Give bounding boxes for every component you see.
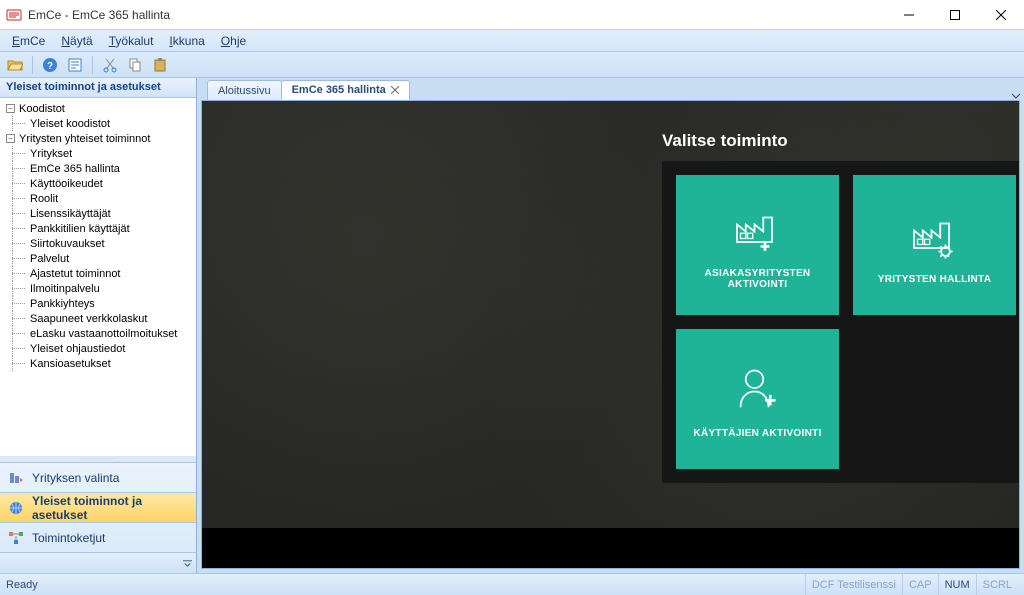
tab-close-icon[interactable] (391, 86, 399, 94)
toolbar-help-icon[interactable]: ? (39, 54, 61, 76)
sidebar-tree: −Koodistot Yleiset koodistot −Yritysten … (0, 98, 196, 456)
toolbar-open-icon[interactable] (4, 54, 26, 76)
tree-yritykset[interactable]: Yritykset (2, 146, 194, 161)
tree-ilmoitinpalvelu[interactable]: Ilmoitinpalvelu (2, 281, 194, 296)
chevron-down-icon (183, 559, 192, 568)
sidebar-nav: Yrityksen valinta Yleiset toiminnot ja a… (0, 462, 196, 573)
nav-toimintoketjut[interactable]: Toimintoketjut (0, 523, 196, 553)
tree-palvelut[interactable]: Palvelut (2, 251, 194, 266)
toolbar-cut-icon[interactable] (99, 54, 121, 76)
main-canvas: Valitse toiminto ASIAKASYRITYSTEN AKTIVO… (201, 100, 1020, 569)
tree-kansioasetukset[interactable]: Kansioasetukset (2, 356, 194, 371)
tree-yleiset-koodistot[interactable]: Yleiset koodistot (2, 116, 194, 131)
tree-yleiset-ohjaus[interactable]: Yleiset ohjaustiedot (2, 341, 194, 356)
menu-ikkuna[interactable]: Ikkuna (161, 32, 212, 50)
canvas-bottom-bar (202, 528, 1019, 568)
app-icon (6, 7, 22, 23)
tree-pankkitilien[interactable]: Pankkitilien käyttäjät (2, 221, 194, 236)
menu-ohje[interactable]: Ohje (213, 32, 254, 50)
toolbar-paste-icon[interactable] (149, 54, 171, 76)
tree-emce365[interactable]: EmCe 365 hallinta (2, 161, 194, 176)
tree-lisenssikayttajat[interactable]: Lisenssikäyttäjät (2, 206, 194, 221)
menu-nayta[interactable]: Näytä (53, 32, 100, 50)
tree-siirtokuvaukset[interactable]: Siirtokuvaukset (2, 236, 194, 251)
tree-koodistot[interactable]: −Koodistot (2, 101, 194, 116)
toolbar-copy-icon[interactable] (124, 54, 146, 76)
toolbar-separator (92, 56, 93, 74)
collapse-icon[interactable]: − (6, 134, 15, 143)
status-cap: CAP (902, 574, 938, 595)
tab-emce365[interactable]: EmCe 365 hallinta (281, 80, 410, 100)
globe-icon (8, 500, 24, 516)
user-plus-icon (730, 360, 786, 416)
menu-emce[interactable]: EEmCemCe (4, 32, 53, 50)
tile-grid: ASIAKASYRITYSTEN AKTIVOINTI YRITYSTEN HA… (662, 161, 1020, 483)
window-title: EmCe - EmCe 365 hallinta (28, 8, 886, 22)
nav-yrityksen-valinta[interactable]: Yrityksen valinta (0, 463, 196, 493)
tree-yritysten-yhteiset[interactable]: −Yritysten yhteiset toiminnot (2, 131, 194, 146)
company-select-icon (8, 470, 24, 486)
sidebar: Yleiset toiminnot ja asetukset −Koodisto… (0, 78, 197, 573)
panel-title: Valitse toiminto (662, 131, 788, 151)
tab-aloitussivu[interactable]: Aloitussivu (207, 80, 282, 100)
status-scrl: SCRL (976, 574, 1018, 595)
toolbar: ? (0, 52, 1024, 78)
chevron-down-icon (1012, 92, 1020, 100)
tabs-overflow-button[interactable] (1008, 92, 1024, 100)
window-titlebar: EmCe - EmCe 365 hallinta (0, 0, 1024, 30)
menu-tyokalut[interactable]: Työkalut (101, 32, 162, 50)
statusbar: Ready DCF Testilisenssi CAP NUM SCRL (0, 573, 1024, 595)
menubar: EEmCemCe Näytä Työkalut Ikkuna Ohje (0, 30, 1024, 52)
collapse-icon[interactable]: − (6, 104, 15, 113)
status-num: NUM (938, 574, 976, 595)
document-tabs: Aloitussivu EmCe 365 hallinta (197, 78, 1024, 100)
factory-plus-icon (730, 200, 786, 256)
tree-pankkiyhteys[interactable]: Pankkiyhteys (2, 296, 194, 311)
status-license: DCF Testilisenssi (805, 574, 902, 595)
toolbar-separator (32, 56, 33, 74)
tree-roolit[interactable]: Roolit (2, 191, 194, 206)
window-close-button[interactable] (978, 0, 1024, 30)
window-minimize-button[interactable] (886, 0, 932, 30)
svg-text:?: ? (47, 61, 53, 72)
nav-expand-button[interactable] (0, 553, 196, 573)
tree-kayttooikeudet[interactable]: Käyttöoikeudet (2, 176, 194, 191)
nav-yleiset-toiminnot[interactable]: Yleiset toiminnot ja asetukset (0, 493, 196, 523)
sidebar-header: Yleiset toiminnot ja asetukset (0, 78, 196, 98)
tile-kayttajien-aktivointi[interactable]: KÄYTTÄJIEN AKTIVOINTI (676, 329, 839, 469)
window-maximize-button[interactable] (932, 0, 978, 30)
toolbar-manual-icon[interactable] (64, 54, 86, 76)
tile-asiakasyritysten-aktivointi[interactable]: ASIAKASYRITYSTEN AKTIVOINTI (676, 175, 839, 315)
tree-ajastetut[interactable]: Ajastetut toiminnot (2, 266, 194, 281)
tree-saapuneet[interactable]: Saapuneet verkkolaskut (2, 311, 194, 326)
status-ready: Ready (6, 579, 38, 591)
workflow-icon (8, 530, 24, 546)
content-area: Aloitussivu EmCe 365 hallinta Valitse to… (197, 78, 1024, 573)
tree-elasku[interactable]: eLasku vastaanottoilmoitukset (2, 326, 194, 341)
tile-yritysten-hallinta[interactable]: YRITYSTEN HALLINTA (853, 175, 1016, 315)
factory-gear-icon (907, 206, 963, 262)
